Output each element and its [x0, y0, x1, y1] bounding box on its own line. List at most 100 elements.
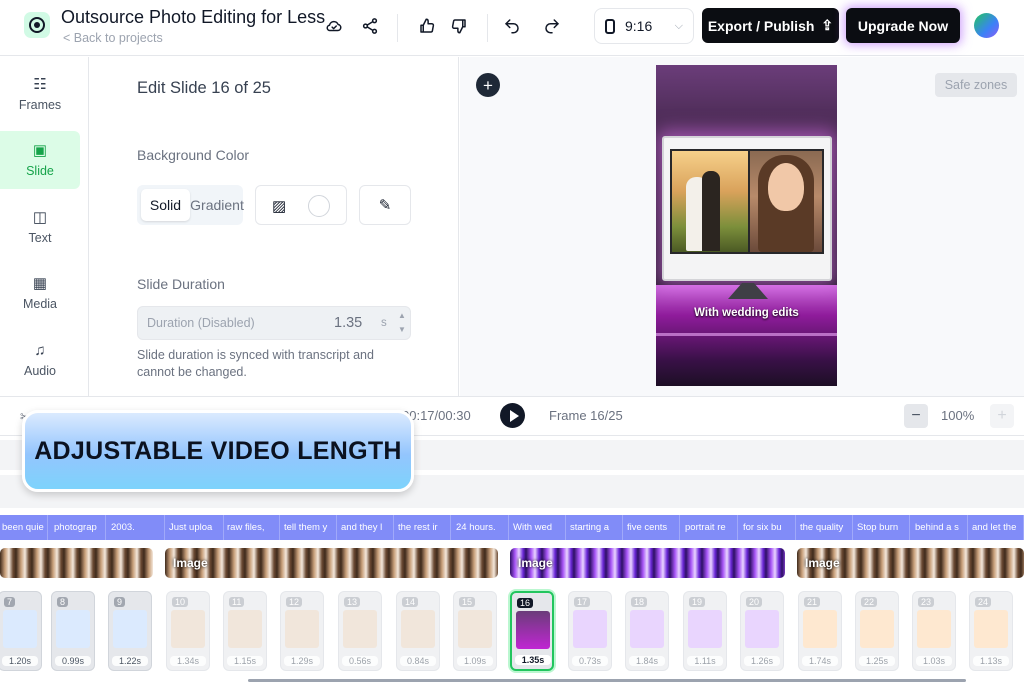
caption-chip[interactable]: Just uploa [167, 515, 224, 540]
frame-thumbnail[interactable]: 21 1.74s [798, 591, 842, 671]
project-title[interactable]: Outsource Photo Editing for Less [61, 7, 329, 28]
zoom-in-button[interactable]: + [990, 404, 1014, 428]
caption-chip[interactable]: behind a s [913, 515, 968, 540]
upgrade-now-button[interactable]: Upgrade Now [846, 8, 960, 43]
frame-thumbnail[interactable]: 12 1.29s [280, 591, 324, 671]
frame-thumbnail[interactable]: 14 0.84s [396, 591, 440, 671]
duration-unit: s [381, 317, 387, 329]
play-button[interactable] [500, 403, 525, 428]
rail-item-slide[interactable]: ▣ Slide [0, 131, 80, 189]
thumbnail-image [401, 610, 435, 648]
caption-chip[interactable]: and let the [970, 515, 1024, 540]
cloud-check-icon[interactable] [320, 12, 348, 40]
caption-chip[interactable]: photograp [52, 515, 106, 540]
media-clip[interactable]: Image [797, 548, 1024, 578]
user-avatar[interactable] [974, 13, 999, 38]
caption-chip[interactable]: portrait re [683, 515, 738, 540]
frame-duration: 0.99s [55, 656, 91, 666]
slide-duration-label: Slide Duration [137, 276, 225, 292]
frame-thumbnail[interactable]: 10 1.34s [166, 591, 210, 671]
frame-thumbnail[interactable]: 11 1.15s [223, 591, 267, 671]
thumbnail-image [630, 610, 664, 648]
caption-chip[interactable]: starting a [568, 515, 623, 540]
caption-chip[interactable]: the quality [798, 515, 853, 540]
export-publish-button[interactable]: Export / Publish ⇪ [702, 8, 839, 43]
caption-chip[interactable]: 24 hours. [454, 515, 509, 540]
wedding-photo [672, 151, 748, 252]
thumbnail-image [3, 610, 37, 648]
caption-chip[interactable]: 2003. [109, 515, 165, 540]
rail-item-frames[interactable]: ☷ Frames [0, 65, 80, 123]
slide-caption[interactable]: With wedding edits [656, 307, 837, 319]
caption-chip[interactable]: raw files, [225, 515, 280, 540]
caption-chip[interactable]: five cents [625, 515, 680, 540]
thumbnail-image [974, 610, 1008, 648]
thumbnail-image [860, 610, 894, 648]
duration-input[interactable]: Duration (Disabled) 1.35 s ▲ ▼ [137, 306, 411, 340]
monitor-screen [670, 149, 824, 254]
frame-number: 17 [574, 597, 591, 607]
frame-thumbnail[interactable]: 23 1.03s [912, 591, 956, 671]
thumbnail-image [745, 610, 779, 648]
frame-thumbnail[interactable]: 24 1.13s [969, 591, 1013, 671]
frame-thumbnail[interactable]: 18 1.84s [625, 591, 669, 671]
thumbs-up-icon[interactable] [413, 12, 441, 40]
thumbs-down-icon[interactable] [445, 12, 473, 40]
media-clip[interactable]: Image [165, 548, 498, 578]
frame-thumbnail[interactable]: 13 0.56s [338, 591, 382, 671]
caption-chip[interactable]: for six bu [741, 515, 796, 540]
timeline-scrollbar[interactable] [248, 679, 966, 682]
rail-item-media[interactable]: ▦ Media [0, 264, 80, 322]
promo-text: ADJUSTABLE VIDEO LENGTH [34, 436, 402, 465]
safe-zones-button[interactable]: Safe zones [935, 73, 1017, 97]
portrait-face [768, 163, 804, 211]
eyedropper-button[interactable]: ✎ [359, 185, 411, 225]
rail-item-text[interactable]: ◫ Text [0, 198, 80, 256]
frame-thumbnail[interactable]: 22 1.25s [855, 591, 899, 671]
frame-thumbnail[interactable]: 20 1.26s [740, 591, 784, 671]
gradient-option[interactable]: Gradient [190, 189, 244, 221]
caption-chip[interactable]: Stop burn [855, 515, 910, 540]
aspect-ratio-select[interactable]: 9:16 ⌵ [594, 8, 694, 44]
caption-chip[interactable]: and they l [339, 515, 394, 540]
app-logo-icon[interactable] [24, 12, 50, 38]
caption-chip[interactable]: the rest ir [396, 515, 451, 540]
back-to-projects-link[interactable]: < Back to projects [63, 31, 163, 45]
frame-number: 16 [517, 598, 534, 608]
thumbnail-image [113, 610, 147, 648]
caption-chip[interactable]: tell them y [282, 515, 337, 540]
frame-thumbnail[interactable]: 19 1.11s [683, 591, 727, 671]
share-icon[interactable] [356, 12, 384, 40]
frame-number: 22 [861, 597, 878, 607]
frame-duration: 1.35s [515, 655, 551, 665]
undo-icon[interactable] [498, 12, 526, 40]
redo-icon[interactable] [538, 12, 566, 40]
color-fill-picker[interactable]: ▨ [255, 185, 347, 225]
background-color-label: Background Color [137, 147, 250, 163]
frame-thumbnail[interactable]: 9 1.22s [108, 591, 152, 671]
media-clip[interactable]: Image [510, 548, 785, 578]
frame-thumbnail[interactable]: 17 0.73s [568, 591, 612, 671]
frame-thumbnail[interactable]: 7 1.20s [0, 591, 42, 671]
slide-preview[interactable]: With wedding edits [656, 65, 837, 386]
frame-thumbnail[interactable]: 8 0.99s [51, 591, 95, 671]
panel-title: Edit Slide 16 of 25 [137, 79, 271, 97]
frame-duration: 1.74s [802, 656, 838, 666]
solid-option[interactable]: Solid [141, 189, 190, 221]
caption-chip[interactable]: been quie [0, 515, 48, 540]
frame-thumbnail-active[interactable]: 16 1.35s [510, 591, 554, 671]
frame-number: 9 [114, 597, 126, 607]
color-swatch[interactable] [308, 195, 330, 217]
thumbnail-image [573, 610, 607, 648]
frame-thumbnail[interactable]: 15 1.09s [453, 591, 497, 671]
media-clip[interactable] [0, 548, 153, 578]
frame-duration: 1.15s [227, 656, 263, 666]
rail-item-audio[interactable]: ♫ Audio [0, 331, 80, 389]
chevron-down-icon: ⌵ [674, 19, 683, 32]
frame-number: 8 [57, 597, 69, 607]
caption-chip[interactable]: With wed [511, 515, 566, 540]
rail-item-label: Text [28, 230, 52, 245]
zoom-out-button[interactable]: − [904, 404, 928, 428]
rail-item-label: Audio [24, 363, 56, 378]
add-element-button[interactable]: + [476, 73, 500, 97]
